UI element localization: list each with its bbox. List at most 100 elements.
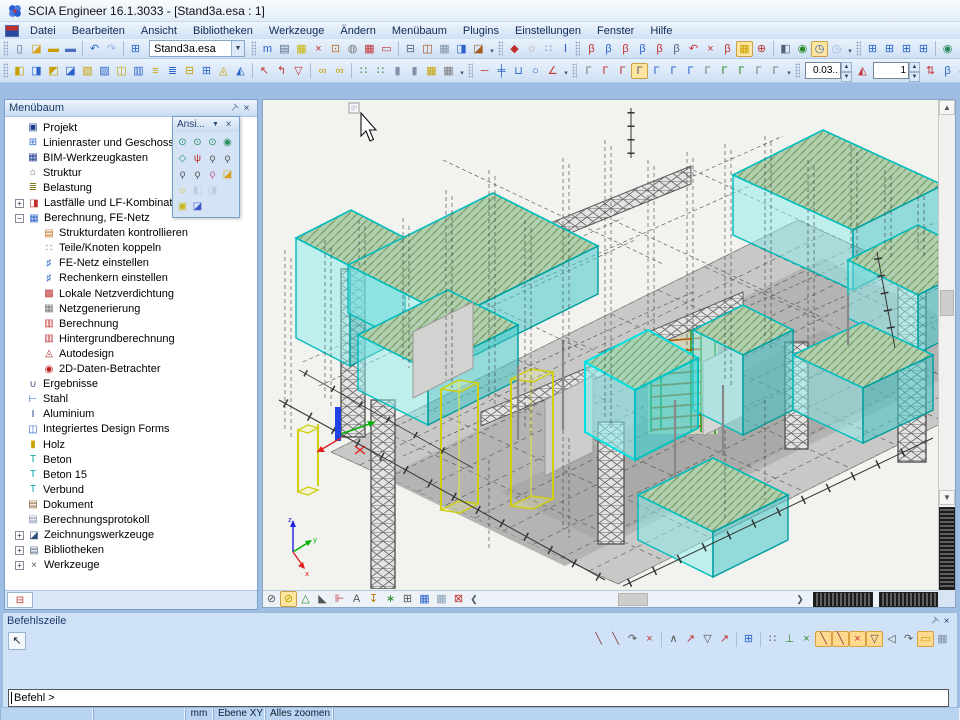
snap-axis-icon[interactable]: ⊥ (781, 631, 798, 647)
dimension-style-icon[interactable]: Ⅰ (557, 41, 574, 57)
status-units[interactable]: mm (185, 708, 213, 720)
project-window-icon[interactable]: ⊞ (127, 41, 144, 57)
status-workplane[interactable]: Ebene XY (213, 708, 265, 720)
expand-icon[interactable]: + (15, 546, 24, 555)
zoom-in-icon[interactable]: ϙ (220, 151, 235, 165)
new-document-icon[interactable]: ▯ (11, 41, 28, 57)
color-palette-icon[interactable]: ▦ (293, 41, 310, 57)
menu-plugins[interactable]: Plugins (455, 24, 507, 38)
tree-item-beton[interactable]: TBeton (9, 452, 257, 467)
window-1-icon[interactable]: ⊞ (864, 41, 881, 57)
animation-icon[interactable]: ◉ (794, 41, 811, 57)
walk-mode-icon[interactable]: ψ (190, 151, 205, 165)
scroll-right-icon[interactable]: ❯ (793, 594, 807, 605)
member-curve-icon[interactable]: ↶ (685, 41, 702, 57)
tree-item-teile-knoten-koppeln[interactable]: ∷Teile/Knoten koppeln (9, 241, 257, 256)
tree-item-zeichnungswerkzeuge[interactable]: +◪Zeichnungswerkzeuge (9, 528, 257, 543)
snap-grid-icon[interactable]: ∷ (764, 631, 781, 647)
toolbar-overflow-icon[interactable]: ▾ (956, 69, 960, 79)
zoom-window-icon[interactable]: ϙ (175, 167, 190, 181)
chevron-down-icon[interactable]: ▼ (209, 118, 222, 131)
tree-item-2d-daten-betrachter[interactable]: ◉2D-Daten-Betrachter (9, 362, 257, 377)
corner-tool-1-icon[interactable]: Γ (580, 63, 597, 79)
zoom-selection-icon[interactable]: ϙ (205, 167, 220, 181)
pin-icon[interactable]: ⊤ (227, 102, 240, 115)
print-preview-icon[interactable]: ◫ (419, 41, 436, 57)
camera-previous-icon[interactable]: ◧ (190, 183, 205, 197)
expand-icon[interactable]: + (15, 531, 24, 540)
draw-line-icon[interactable]: ─ (476, 63, 493, 79)
undo-icon[interactable]: ↶ (86, 41, 103, 57)
close-icon[interactable]: × (940, 615, 953, 628)
menu--ndern[interactable]: Ändern (332, 24, 383, 38)
spinner-down-icon[interactable]: ▼ (841, 72, 852, 82)
export-image-icon[interactable]: ◨ (453, 41, 470, 57)
view-parameters-icon[interactable]: ▦ (416, 591, 433, 607)
zoom-document-icon[interactable]: ◌ (523, 41, 540, 57)
view-toolbar-header[interactable]: Ansi... ▼ × (173, 117, 239, 132)
show-supports-icon[interactable]: ⊩ (331, 591, 348, 607)
spinner-up-icon[interactable]: ▲ (841, 62, 852, 72)
tree-item-holz[interactable]: ▮Holz (9, 437, 257, 452)
show-volumes-icon[interactable]: △ (297, 591, 314, 607)
member-delete-icon[interactable]: × (702, 41, 719, 57)
clipboard-shapes-icon[interactable]: ◆ (506, 41, 523, 57)
tree-item-werkzeuge[interactable]: +×Werkzeuge (9, 558, 257, 573)
tree-item-lokale-netzverdichtung[interactable]: ▩Lokale Netzverdichtung (9, 286, 257, 301)
column-a-icon[interactable]: ▮ (389, 63, 406, 79)
copy-icon[interactable]: ⊡ (327, 41, 344, 57)
menu-hilfe[interactable]: Hilfe (642, 24, 680, 38)
corner-tool-12-icon[interactable]: Γ (767, 63, 784, 79)
menu-ansicht[interactable]: Ansicht (133, 24, 185, 38)
edit-tool-3-icon[interactable]: ◩ (45, 63, 62, 79)
status-zoom-mode[interactable]: Alles zoomen (265, 708, 333, 720)
render-mode-icon[interactable]: ⊘ (263, 591, 280, 607)
shade-mode-icon[interactable]: ⊘ (280, 591, 297, 607)
show-numbering-icon[interactable]: ⊞ (399, 591, 416, 607)
command-input[interactable]: Befehl > (8, 689, 949, 707)
menu-tree-tab[interactable]: ⊟ (7, 592, 33, 608)
toolbar-grip[interactable] (795, 63, 800, 78)
tree-item-bibliotheken[interactable]: +▤Bibliotheken (9, 543, 257, 558)
snap-vertex-icon[interactable]: ∧ (665, 631, 682, 647)
toggle-grid-icon[interactable]: ⊠ (450, 591, 467, 607)
snap-none-icon[interactable]: × (798, 631, 815, 647)
gallery-drawing-icon[interactable]: ▭ (378, 41, 395, 57)
count-spinner-buttons[interactable]: ▲▼ (909, 62, 920, 79)
corner-tool-5-icon[interactable]: Γ (648, 63, 665, 79)
toolbar-grip[interactable] (575, 41, 580, 56)
move-node-icon[interactable]: ⊕ (753, 41, 770, 57)
chevron-down-icon[interactable]: ▼ (231, 41, 244, 56)
vertical-scroll-thumb[interactable] (940, 290, 954, 316)
member-end-3-icon[interactable]: β (617, 41, 634, 57)
edit-tool-12-icon[interactable]: ⊞ (198, 63, 215, 79)
edit-tool-9-icon[interactable]: ≡ (147, 63, 164, 79)
menu-bibliotheken[interactable]: Bibliotheken (185, 24, 261, 38)
menu-men-baum[interactable]: Menübaum (384, 24, 455, 38)
view-xz-icon[interactable]: ⊙ (175, 135, 190, 149)
snap-curve-icon[interactable]: ↷ (624, 631, 641, 647)
node-grid-icon[interactable]: ▦ (736, 41, 753, 57)
project-file-combo[interactable]: Stand3a.esa ▼ (149, 40, 245, 57)
snap-midpoint-icon[interactable]: ↗ (682, 631, 699, 647)
snap-line-icon[interactable]: ╲ (590, 631, 607, 647)
collapse-icon[interactable]: − (15, 214, 24, 223)
angle-ref-icon[interactable]: ◭ (854, 63, 871, 79)
label-scale-icon[interactable]: β (939, 63, 956, 79)
save-project-icon[interactable]: ▬ (45, 41, 62, 57)
projection-icon[interactable]: ◇ (175, 151, 190, 165)
point-grid-icon[interactable]: ∷ (540, 41, 557, 57)
toolbar-grip[interactable] (3, 63, 8, 78)
pin-icon[interactable]: ⊤ (927, 615, 940, 628)
member-hinge-icon[interactable]: β (668, 41, 685, 57)
vertical-scrollbar[interactable]: ▲ ▼ (938, 100, 955, 590)
tree-item-strukturdaten-kontrollieren[interactable]: ▤Strukturdaten kontrollieren (9, 226, 257, 241)
corner-tool-10-icon[interactable]: Γ (733, 63, 750, 79)
snap-calculator-icon[interactable]: ▦ (934, 631, 951, 647)
toolbar-overflow-icon[interactable]: ▾ (561, 69, 571, 79)
visibility-icon[interactable]: ◉ (939, 41, 956, 57)
scale-spinner-value[interactable]: 0.03.. (805, 62, 841, 79)
tree-item-stahl[interactable]: ⊢Stahl (9, 392, 257, 407)
units-icon[interactable]: m (259, 41, 276, 57)
snap-off-icon[interactable]: × (641, 631, 658, 647)
